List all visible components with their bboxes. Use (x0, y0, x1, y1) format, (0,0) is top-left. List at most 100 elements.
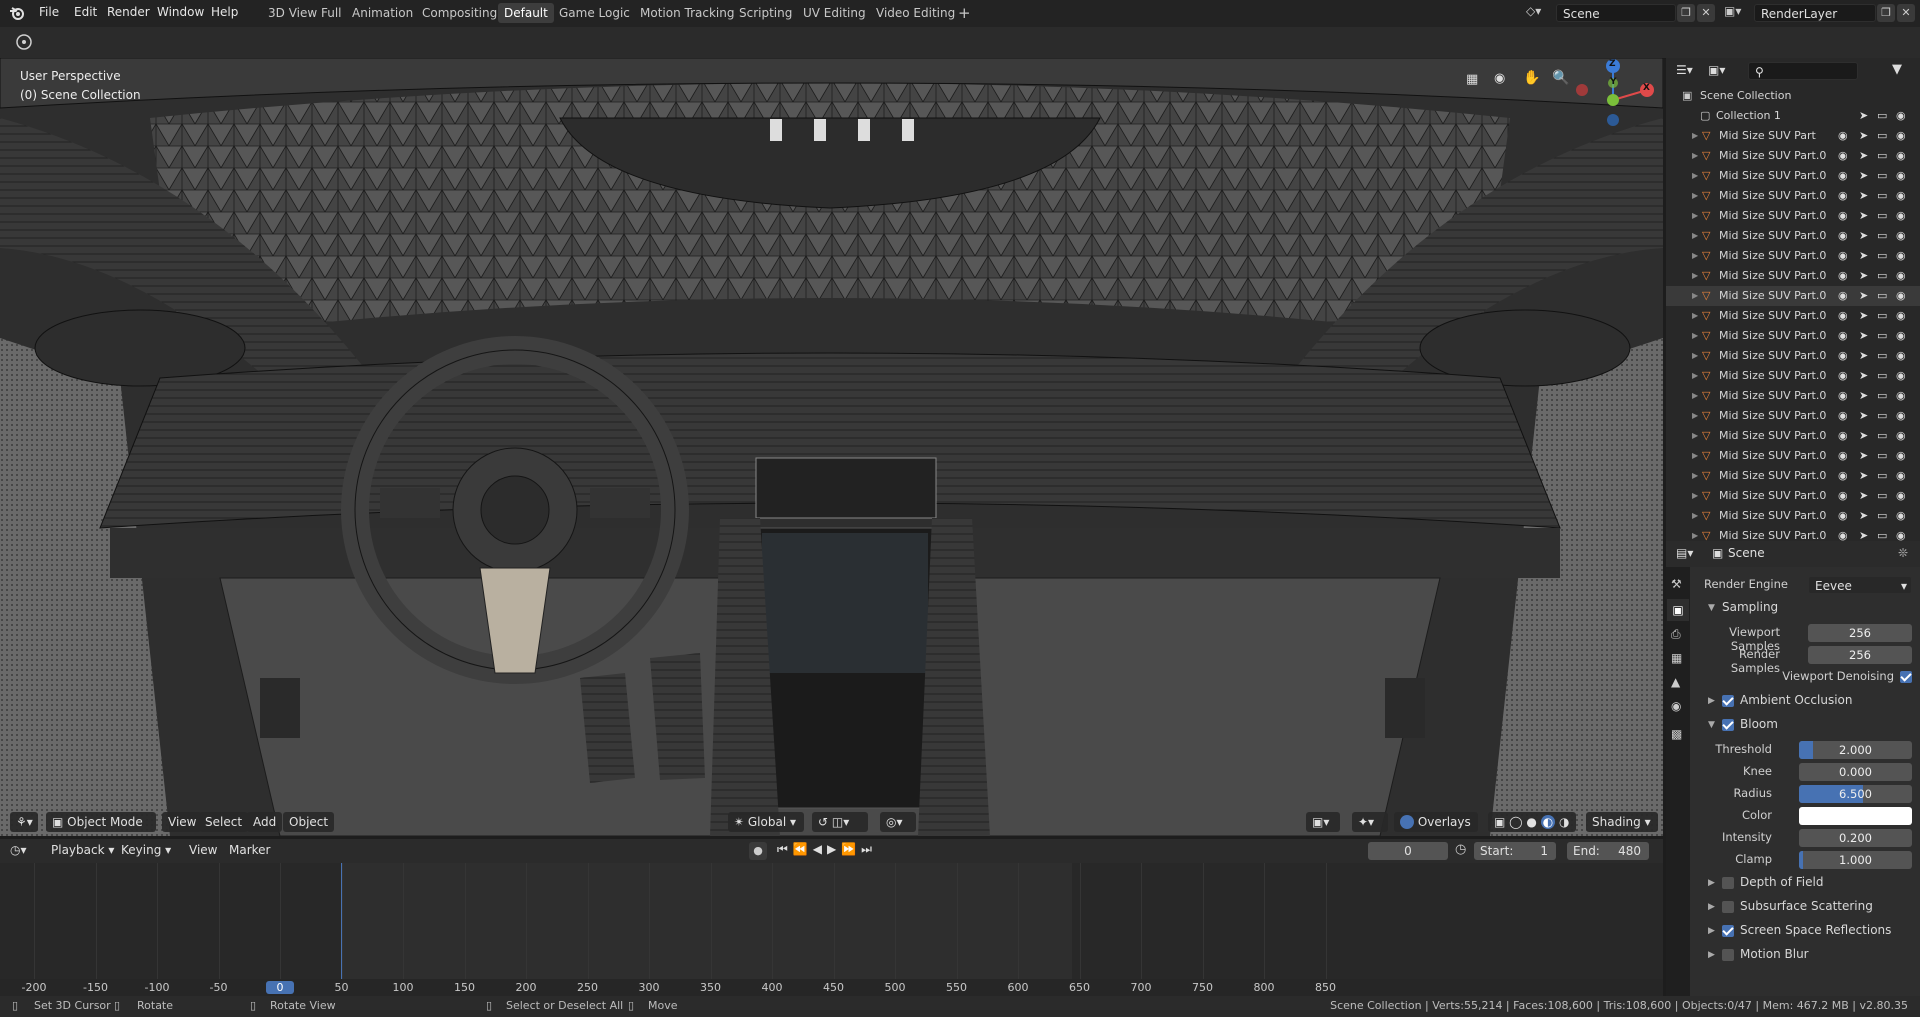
restrict-select-icon[interactable]: ➤ (1859, 246, 1868, 266)
tab-compositing[interactable]: Compositing (416, 3, 503, 23)
outliner-editor-icon[interactable]: ☰▾ (1676, 63, 1693, 77)
tab-uv-editing[interactable]: UV Editing (797, 3, 872, 23)
view-layer-tab-icon[interactable]: ▦ (1671, 651, 1682, 665)
expand-arrow-icon[interactable]: ▶ (1692, 186, 1698, 206)
restrict-render-icon[interactable]: ◉ (1896, 226, 1906, 246)
proportional-edit-icon[interactable]: ◎▾ (880, 812, 916, 832)
restrict-render-icon[interactable]: ◉ (1896, 286, 1906, 306)
scene-new-icon[interactable]: ❐ (1677, 4, 1695, 22)
visibility-eye-icon[interactable]: ◉ (1838, 506, 1848, 526)
restrict-render-icon[interactable]: ◉ (1896, 166, 1906, 186)
visibility-eye-icon[interactable]: ◉ (1838, 526, 1848, 541)
subsurface-scattering-checkbox[interactable] (1722, 901, 1734, 913)
mode-selector[interactable]: ▣ Object Mode ▾ (46, 812, 156, 849)
world-tab-icon[interactable]: ◉ (1671, 699, 1681, 713)
visibility-eye-icon[interactable]: ◉ (1838, 366, 1848, 386)
renderlayer-delete-icon[interactable]: ✕ (1897, 4, 1915, 22)
playback-menu[interactable]: Playback ▾ (51, 843, 114, 857)
properties-editor-icon[interactable]: ▤▾ (1676, 546, 1693, 560)
transform-tool-icon[interactable] (12, 32, 36, 52)
scene-browse-icon[interactable]: ◇▾ (1526, 4, 1554, 22)
visibility-eye-icon[interactable]: ◉ (1838, 206, 1848, 226)
restrict-viewport-icon[interactable]: ▭ (1877, 286, 1887, 306)
restrict-render-icon[interactable]: ◉ (1896, 266, 1906, 286)
bloom-color-swatch[interactable] (1799, 807, 1912, 825)
sampling-panel-title[interactable]: Sampling (1722, 600, 1778, 614)
output-tab-icon[interactable]: ⎙ (1671, 627, 1681, 642)
visibility-eye-icon[interactable]: ◉ (1838, 326, 1848, 346)
outliner-object-row[interactable]: ▶ ▽ Mid Size SUV Part ◉ ➤ ▭ ◉ (1666, 126, 1920, 146)
outliner-object-row[interactable]: ▶ ▽ Mid Size SUV Part.0 ◉ ➤ ▭ ◉ (1666, 386, 1920, 406)
threshold-field[interactable]: 2.000 (1799, 741, 1912, 759)
visibility-eye-icon[interactable]: ◉ (1838, 286, 1848, 306)
restrict-viewport-icon[interactable]: ▭ (1877, 506, 1887, 526)
restrict-select-icon[interactable]: ➤ (1859, 526, 1868, 541)
intensity-field[interactable]: 0.200 (1799, 829, 1912, 847)
outliner-collection-1[interactable]: ▢ Collection 1 ➤ ▭ ◉ (1666, 106, 1920, 126)
ambient-occlusion-checkbox[interactable] (1722, 695, 1734, 707)
restrict-viewport-icon[interactable]: ▭ (1877, 246, 1887, 266)
restrict-viewport-icon[interactable]: ▭ (1877, 526, 1887, 541)
menu-select[interactable]: Select (199, 812, 249, 832)
restrict-select-icon[interactable]: ➤ (1859, 266, 1868, 286)
outliner-object-row[interactable]: ▶ ▽ Mid Size SUV Part.0 ◉ ➤ ▭ ◉ (1666, 326, 1920, 346)
outliner-object-row[interactable]: ▶ ▽ Mid Size SUV Part.0 ◉ ➤ ▭ ◉ (1666, 426, 1920, 446)
visibility-eye-icon[interactable]: ◉ (1838, 406, 1848, 426)
ao-expand-icon[interactable]: ▶ (1708, 696, 1715, 706)
current-frame-field[interactable]: 0 (1368, 842, 1448, 860)
restrict-viewport-icon[interactable]: ▭ (1877, 106, 1887, 126)
clock-icon[interactable]: ◷ (1455, 842, 1466, 857)
clamp-field[interactable]: 1.000 (1799, 851, 1912, 869)
toggle-camera-view-icon[interactable]: ▦ (1466, 72, 1482, 88)
outliner-scene-collection[interactable]: ▣ Scene Collection (1666, 86, 1920, 106)
restrict-viewport-icon[interactable]: ▭ (1877, 406, 1887, 426)
menu-view[interactable]: View (162, 812, 203, 832)
outliner-object-row[interactable]: ▶ ▽ Mid Size SUV Part.0 ◉ ➤ ▭ ◉ (1666, 186, 1920, 206)
restrict-viewport-icon[interactable]: ▭ (1877, 266, 1887, 286)
restrict-viewport-icon[interactable]: ▭ (1877, 226, 1887, 246)
restrict-render-icon[interactable]: ◉ (1896, 486, 1906, 506)
outliner-object-row[interactable]: ▶ ▽ Mid Size SUV Part.0 ◉ ➤ ▭ ◉ (1666, 286, 1920, 306)
visibility-eye-icon[interactable]: ◉ (1838, 226, 1848, 246)
depth-of-field-checkbox[interactable] (1722, 877, 1734, 889)
restrict-select-icon[interactable]: ➤ (1859, 206, 1868, 226)
timeline-editor-icon[interactable]: ◷▾ (10, 843, 27, 857)
restrict-viewport-icon[interactable]: ▭ (1877, 126, 1887, 146)
restrict-render-icon[interactable]: ◉ (1896, 466, 1906, 486)
visibility-eye-icon[interactable]: ◉ (1838, 166, 1848, 186)
restrict-render-icon[interactable]: ◉ (1896, 406, 1906, 426)
menu-edit[interactable]: Edit (74, 5, 97, 19)
menu-file[interactable]: File (39, 5, 59, 19)
properties-editor[interactable]: ▤▾ ▣ Scene ❊ ⚒ ▣ ⎙ ▦ ▲ ◉ ▩ Render Engine… (1666, 541, 1920, 996)
restrict-select-icon[interactable]: ➤ (1859, 366, 1868, 386)
restrict-viewport-icon[interactable]: ▭ (1877, 446, 1887, 466)
tab-video-editing[interactable]: Video Editing (870, 3, 961, 23)
restrict-select-icon[interactable]: ➤ (1859, 486, 1868, 506)
scene-name-field[interactable]: Scene (1556, 4, 1676, 22)
pan-hand-icon[interactable]: ✋ (1523, 70, 1540, 86)
outliner-object-row[interactable]: ▶ ▽ Mid Size SUV Part.0 ◉ ➤ ▭ ◉ (1666, 226, 1920, 246)
visibility-eye-icon[interactable]: ◉ (1838, 246, 1848, 266)
shading-mode-icons[interactable]: ▣ ◯ ● ◐ ◑ (1488, 812, 1576, 832)
restrict-render-icon[interactable]: ◉ (1896, 326, 1906, 346)
restrict-select-icon[interactable]: ➤ (1859, 466, 1868, 486)
3d-viewport[interactable]: User Perspective (0) Scene Collection Z … (0, 58, 1663, 836)
menu-render[interactable]: Render (107, 5, 150, 19)
expand-arrow-icon[interactable]: ▶ (1692, 286, 1698, 306)
visibility-eye-icon[interactable]: ◉ (1838, 386, 1848, 406)
tab-scripting[interactable]: Scripting (733, 3, 798, 23)
visibility-eye-icon[interactable]: ◉ (1838, 466, 1848, 486)
playhead[interactable] (341, 863, 342, 983)
motion-blur-title[interactable]: Motion Blur (1740, 947, 1809, 961)
bloom-title[interactable]: Bloom (1740, 717, 1778, 731)
restrict-select-icon[interactable]: ➤ (1859, 446, 1868, 466)
expand-arrow-icon[interactable]: ▶ (1692, 146, 1698, 166)
dof-expand-icon[interactable]: ▶ (1708, 878, 1715, 888)
end-frame-field[interactable]: End: 480 (1567, 842, 1649, 860)
sss-expand-icon[interactable]: ▶ (1708, 902, 1715, 912)
restrict-viewport-icon[interactable]: ▭ (1877, 386, 1887, 406)
radius-field[interactable]: 6.500 (1799, 785, 1912, 803)
restrict-select-icon[interactable]: ➤ (1859, 146, 1868, 166)
keying-menu[interactable]: Keying ▾ (121, 843, 171, 857)
outliner-search-input[interactable]: ⚲ (1748, 62, 1858, 80)
